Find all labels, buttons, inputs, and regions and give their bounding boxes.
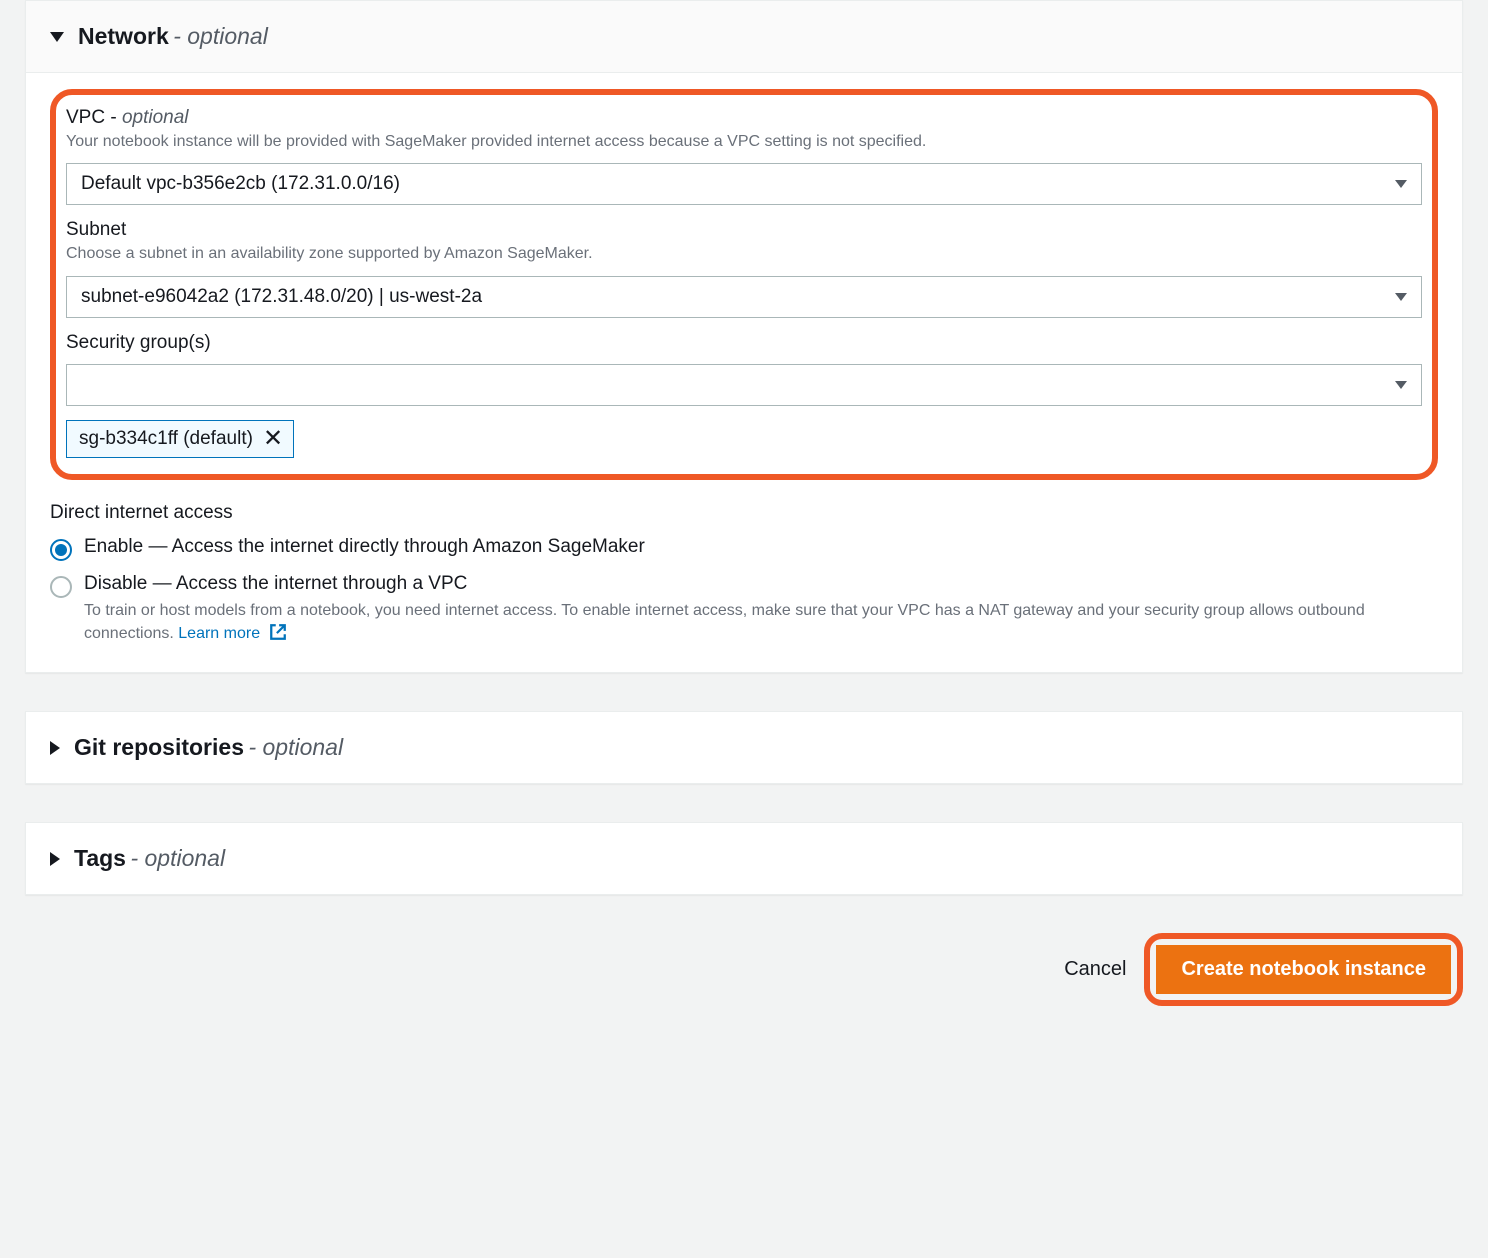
caret-right-icon	[50, 852, 60, 866]
caret-right-icon	[50, 741, 60, 755]
radio-disable-row[interactable]: Disable — Access the internet through a …	[50, 573, 1438, 648]
vpc-optional: optional	[122, 107, 189, 128]
network-panel: Network - optional VPC - optional Your n…	[25, 0, 1463, 673]
git-optional: - optional	[248, 734, 343, 761]
radio-disable[interactable]	[50, 576, 72, 598]
radio-enable-row[interactable]: Enable — Access the internet directly th…	[50, 536, 1438, 561]
direct-internet-field: Direct internet access Enable — Access t…	[50, 502, 1438, 648]
subnet-label: Subnet	[66, 219, 1422, 241]
git-header[interactable]: Git repositories - optional	[26, 712, 1462, 783]
security-groups-field: Security group(s) sg-b334c1ff (default) …	[66, 332, 1422, 458]
security-groups-select[interactable]	[66, 364, 1422, 406]
git-panel: Git repositories - optional	[25, 711, 1463, 784]
footer: Cancel Create notebook instance	[25, 933, 1463, 1006]
chevron-down-icon	[1395, 180, 1407, 188]
tags-panel: Tags - optional	[25, 822, 1463, 895]
network-title: Network	[78, 23, 169, 50]
subnet-hint: Choose a subnet in an availability zone …	[66, 243, 1422, 265]
token-label: sg-b334c1ff (default)	[79, 428, 253, 450]
direct-internet-label: Direct internet access	[50, 502, 1438, 524]
git-title: Git repositories	[74, 734, 244, 761]
vpc-field: VPC - optional Your notebook instance wi…	[66, 107, 1422, 205]
close-icon[interactable]: ✕	[263, 427, 283, 451]
cancel-button[interactable]: Cancel	[1064, 958, 1126, 981]
radio-dot-icon	[55, 544, 67, 556]
tags-optional: - optional	[130, 845, 225, 872]
network-header[interactable]: Network - optional	[26, 1, 1462, 73]
vpc-select[interactable]: Default vpc-b356e2cb (172.31.0.0/16)	[66, 163, 1422, 205]
external-link-icon	[269, 623, 287, 648]
radio-enable-label: Enable — Access the internet directly th…	[84, 536, 645, 558]
security-groups-label: Security group(s)	[66, 332, 1422, 354]
subnet-value: subnet-e96042a2 (172.31.48.0/20) | us-we…	[81, 286, 1395, 308]
radio-disable-desc: To train or host models from a notebook,…	[84, 599, 1438, 648]
vpc-value: Default vpc-b356e2cb (172.31.0.0/16)	[81, 173, 1395, 195]
highlighted-settings: VPC - optional Your notebook instance wi…	[50, 89, 1438, 480]
subnet-select[interactable]: subnet-e96042a2 (172.31.48.0/20) | us-we…	[66, 276, 1422, 318]
radio-disable-label: Disable — Access the internet through a …	[84, 573, 1438, 595]
create-notebook-button[interactable]: Create notebook instance	[1156, 945, 1451, 994]
create-button-highlight: Create notebook instance	[1144, 933, 1463, 1006]
tags-title: Tags	[74, 845, 126, 872]
network-body: VPC - optional Your notebook instance wi…	[26, 89, 1462, 672]
vpc-label: VPC - optional	[66, 107, 1422, 129]
network-optional: - optional	[173, 23, 268, 50]
vpc-hint: Your notebook instance will be provided …	[66, 131, 1422, 153]
caret-down-icon	[50, 32, 64, 42]
security-group-token: sg-b334c1ff (default) ✕	[66, 420, 294, 458]
tags-header[interactable]: Tags - optional	[26, 823, 1462, 894]
chevron-down-icon	[1395, 293, 1407, 301]
chevron-down-icon	[1395, 381, 1407, 389]
subnet-field: Subnet Choose a subnet in an availabilit…	[66, 219, 1422, 317]
vpc-label-text: VPC -	[66, 107, 117, 128]
learn-more-link[interactable]: Learn more	[178, 625, 260, 642]
radio-enable[interactable]	[50, 539, 72, 561]
